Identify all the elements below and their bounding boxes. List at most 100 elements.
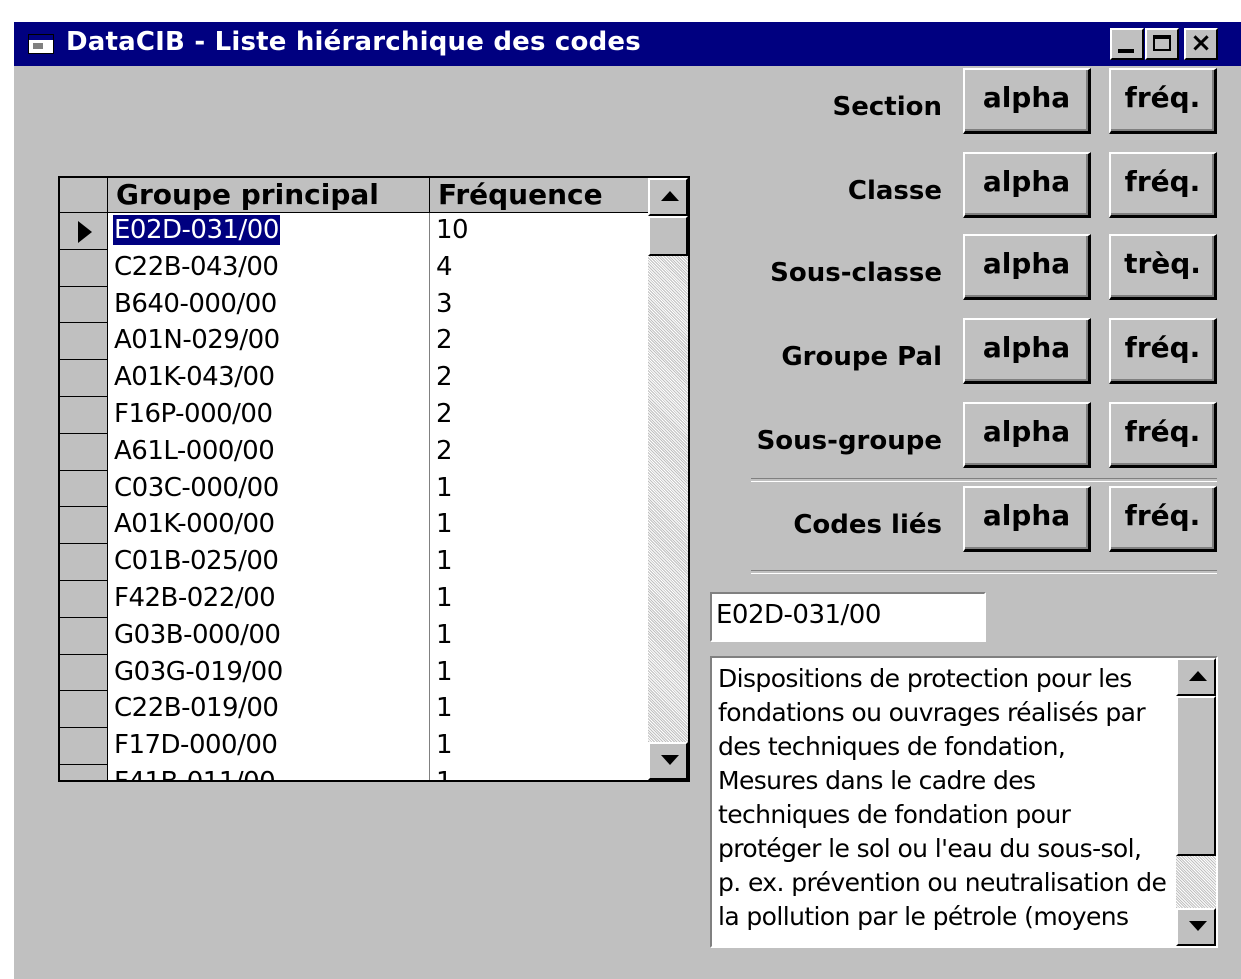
row-selector[interactable] xyxy=(60,396,108,434)
table-row[interactable]: A01K-043/00 2 xyxy=(60,360,648,397)
table-row[interactable]: A01N-029/00 2 xyxy=(60,323,648,361)
table-row[interactable]: A61L-000/00 2 xyxy=(60,433,648,471)
code-description-textarea[interactable]: Dispositions de protection pour les fond… xyxy=(710,656,1218,948)
cell-frequence[interactable]: 2 xyxy=(430,434,648,471)
table-row[interactable]: F17D-000/00 1 xyxy=(60,728,648,765)
column-header-frequence[interactable]: Fréquence xyxy=(430,178,648,212)
cell-groupe-principal[interactable]: E02D-031/00 xyxy=(108,213,430,250)
cell-text: A01K-043/00 xyxy=(114,362,275,393)
cell-groupe-principal[interactable]: A61L-000/00 xyxy=(108,433,430,471)
cell-frequence[interactable]: 1 xyxy=(430,544,648,581)
cell-frequence[interactable]: 1 xyxy=(430,581,648,618)
sous-groupe-freq-button[interactable]: fréq. xyxy=(1109,402,1217,468)
app-window-icon[interactable] xyxy=(28,34,54,54)
table-row[interactable]: C01B-025/00 1 xyxy=(60,544,648,581)
table-row[interactable]: F42B-022/00 1 xyxy=(60,580,648,618)
close-button[interactable]: × xyxy=(1184,28,1218,60)
table-row[interactable]: G03G-019/00 1 xyxy=(60,654,648,692)
table-row[interactable]: G03B-000/00 1 xyxy=(60,617,648,655)
row-selector[interactable] xyxy=(60,507,108,545)
cell-frequence[interactable]: 10 xyxy=(430,213,648,250)
sous-groupe-alpha-button[interactable]: alpha xyxy=(963,402,1091,468)
cell-frequence[interactable]: 1 xyxy=(430,765,648,780)
table-row[interactable]: C03C-000/00 1 xyxy=(60,470,648,508)
cell-groupe-principal[interactable]: F16P-000/00 xyxy=(108,396,430,434)
section-alpha-button[interactable]: alpha xyxy=(963,68,1091,134)
cell-text: A61L-000/00 xyxy=(114,435,275,466)
table-row[interactable]: B640-000/00 3 xyxy=(60,286,648,324)
row-selector[interactable] xyxy=(60,544,108,581)
cell-frequence[interactable]: 1 xyxy=(430,618,648,655)
cell-text: F16P-000/00 xyxy=(114,398,273,429)
table-row[interactable]: A01K-000/00 1 xyxy=(60,507,648,545)
row-selector[interactable] xyxy=(60,691,108,729)
cell-groupe-principal[interactable]: C01B-025/00 xyxy=(108,544,430,581)
minimize-button[interactable] xyxy=(1110,28,1144,60)
row-selector[interactable] xyxy=(60,470,108,508)
description-scroll-down-button[interactable] xyxy=(1176,908,1216,946)
selected-code-field[interactable]: E02D-031/00 xyxy=(710,592,986,642)
cell-frequence[interactable]: 2 xyxy=(430,323,648,360)
row-selector[interactable] xyxy=(60,433,108,471)
cell-groupe-principal[interactable]: F42B-022/00 xyxy=(108,580,430,618)
row-selector[interactable] xyxy=(60,764,108,780)
column-header-groupe-principal[interactable]: Groupe principal xyxy=(108,178,430,212)
grid-scroll-thumb[interactable] xyxy=(648,216,688,256)
cell-frequence[interactable]: 1 xyxy=(430,655,648,692)
row-selector[interactable] xyxy=(60,213,108,250)
cell-frequence[interactable]: 1 xyxy=(430,507,648,544)
cell-frequence[interactable]: 2 xyxy=(430,397,648,434)
classe-freq-button[interactable]: fréq. xyxy=(1109,152,1217,218)
cell-groupe-principal[interactable]: G03G-019/00 xyxy=(108,654,430,692)
codes-grid[interactable]: Groupe principal Fréquence E02D-031/00 10… xyxy=(58,176,690,782)
row-selector[interactable] xyxy=(60,654,108,692)
description-scroll-up-button[interactable] xyxy=(1176,658,1216,696)
groupe-pal-freq-button[interactable]: fréq. xyxy=(1109,318,1217,384)
cell-groupe-principal[interactable]: C22B-043/00 xyxy=(108,249,430,287)
cell-groupe-principal[interactable]: G03B-000/00 xyxy=(108,617,430,655)
table-row[interactable]: F16P-000/00 2 xyxy=(60,396,648,434)
description-scroll-thumb[interactable] xyxy=(1176,696,1216,856)
grid-corner-cell[interactable] xyxy=(60,178,108,212)
table-row[interactable]: E02D-031/00 10 xyxy=(60,213,648,250)
cell-groupe-principal[interactable]: C03C-000/00 xyxy=(108,470,430,508)
row-selector[interactable] xyxy=(60,286,108,324)
cell-groupe-principal[interactable]: A01K-043/00 xyxy=(108,360,430,397)
table-row[interactable]: C22B-019/00 1 xyxy=(60,691,648,729)
cell-frequence[interactable]: 1 xyxy=(430,691,648,728)
title-bar[interactable]: DataCIB - Liste hiérarchique des codes × xyxy=(14,22,1241,66)
sous-classe-freq-button[interactable]: trèq. xyxy=(1109,234,1217,300)
table-row[interactable]: F41B-011/00 1 xyxy=(60,764,648,780)
label-groupe-pal: Groupe Pal xyxy=(781,342,942,372)
row-selector[interactable] xyxy=(60,617,108,655)
classe-alpha-button[interactable]: alpha xyxy=(963,152,1091,218)
codes-lies-freq-button[interactable]: fréq. xyxy=(1109,486,1217,552)
cell-groupe-principal[interactable]: A01N-029/00 xyxy=(108,323,430,361)
grid-scroll-down-button[interactable] xyxy=(648,742,688,780)
cell-frequence[interactable]: 2 xyxy=(430,360,648,397)
row-selector[interactable] xyxy=(60,249,108,287)
cell-frequence[interactable]: 1 xyxy=(430,471,648,508)
cell-groupe-principal[interactable]: F17D-000/00 xyxy=(108,728,430,765)
cell-frequence[interactable]: 3 xyxy=(430,287,648,324)
cell-groupe-principal[interactable]: F41B-011/00 xyxy=(108,764,430,780)
description-scrollbar[interactable] xyxy=(1176,658,1216,946)
maximize-button[interactable] xyxy=(1145,28,1179,60)
section-freq-button[interactable]: fréq. xyxy=(1109,68,1217,134)
groupe-pal-alpha-button[interactable]: alpha xyxy=(963,318,1091,384)
row-selector[interactable] xyxy=(60,323,108,361)
cell-frequence[interactable]: 4 xyxy=(430,250,648,287)
cell-groupe-principal[interactable]: C22B-019/00 xyxy=(108,691,430,729)
cell-groupe-principal[interactable]: B640-000/00 xyxy=(108,286,430,324)
cell-frequence[interactable]: 1 xyxy=(430,728,648,765)
cell-groupe-principal[interactable]: A01K-000/00 xyxy=(108,507,430,545)
grid-body: E02D-031/00 10 C22B-043/00 4 B640-000/00 3 A01… xyxy=(60,213,648,780)
codes-lies-alpha-button[interactable]: alpha xyxy=(963,486,1091,552)
table-row[interactable]: C22B-043/00 4 xyxy=(60,249,648,287)
column-header-label: Fréquence xyxy=(438,178,603,211)
arrow-up-icon xyxy=(1189,671,1207,681)
row-selector[interactable] xyxy=(60,728,108,765)
row-selector[interactable] xyxy=(60,360,108,397)
row-selector[interactable] xyxy=(60,580,108,618)
sous-classe-alpha-button[interactable]: alpha xyxy=(963,234,1091,300)
